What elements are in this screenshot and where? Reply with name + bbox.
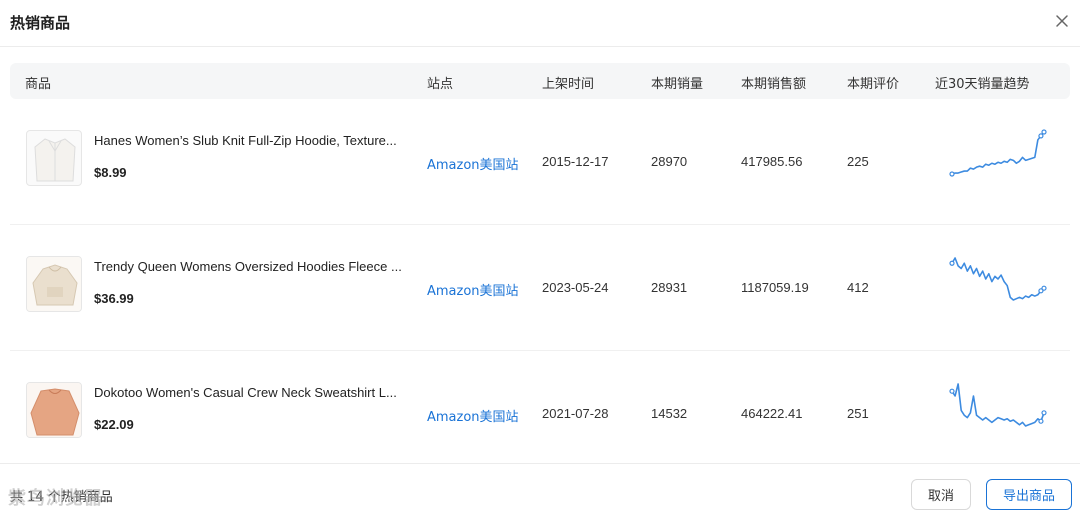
site-link[interactable]: Amazon美国站: [427, 280, 519, 299]
sales-count: 14532: [651, 406, 688, 421]
table-row[interactable]: Trendy Queen Womens Oversized Hoodies Fl…: [10, 226, 1070, 351]
product-name[interactable]: Dokotoo Women's Casual Crew Neck Sweatsh…: [94, 385, 409, 400]
product-price: $36.99: [94, 291, 134, 306]
sales-count: 28970: [651, 154, 688, 169]
dialog-title: 热销商品: [10, 14, 71, 32]
site-link[interactable]: Amazon美国站: [427, 406, 519, 425]
column-header-product: 商品: [25, 77, 52, 92]
trend-point: [1041, 129, 1047, 135]
trend-line: [951, 257, 1045, 301]
column-header-listed: 上架时间: [542, 77, 595, 92]
column-header-trend: 近30天销量趋势: [935, 77, 1030, 92]
review-count: 412: [847, 280, 869, 295]
listed-date: 2015-12-17: [542, 154, 609, 169]
product-price: $22.09: [94, 417, 134, 432]
dialog-footer: 共 14 个热销商品 紫鸟浏览器 取消 导出商品: [0, 463, 1080, 515]
trend-point: [1038, 418, 1044, 424]
hot-products-dialog: 热销商品 商品 站点 上架时间 本期销量 本期销售额 本期评价 近30天销量趋势…: [0, 0, 1080, 515]
product-image[interactable]: [26, 382, 82, 438]
column-header-revenue: 本期销售额: [741, 77, 807, 92]
column-header-reviews: 本期评价: [847, 77, 900, 92]
trend-point: [1041, 285, 1047, 291]
watermark: 紫鸟浏览器: [8, 488, 103, 509]
trend-line: [951, 131, 1045, 175]
sales-revenue: 1187059.19: [741, 280, 809, 295]
table-row[interactable]: Hanes Women’s Slub Knit Full-Zip Hoodie,…: [10, 100, 1070, 225]
close-icon[interactable]: [1052, 11, 1072, 31]
product-name[interactable]: Hanes Women’s Slub Knit Full-Zip Hoodie,…: [94, 133, 409, 148]
sales-trend-sparkline: [949, 383, 1047, 427]
review-count: 251: [847, 406, 869, 421]
table-row[interactable]: Dokotoo Women's Casual Crew Neck Sweatsh…: [10, 352, 1070, 463]
trend-point: [949, 171, 955, 177]
product-price: $8.99: [94, 165, 127, 180]
listed-date: 2023-05-24: [542, 280, 609, 295]
trend-point: [949, 260, 955, 266]
table-header: 商品 站点 上架时间 本期销量 本期销售额 本期评价 近30天销量趋势: [10, 63, 1070, 99]
trend-point: [1041, 410, 1047, 416]
sales-trend-sparkline: [949, 129, 1047, 177]
sales-count: 28931: [651, 280, 688, 295]
site-link[interactable]: Amazon美国站: [427, 154, 519, 173]
trend-point: [949, 388, 955, 394]
product-image[interactable]: [26, 256, 82, 312]
cancel-button[interactable]: 取消: [911, 479, 971, 510]
sales-trend-sparkline: [949, 257, 1047, 301]
trend-point: [1038, 133, 1044, 139]
product-image[interactable]: [26, 130, 82, 186]
dialog-header: 热销商品: [0, 0, 1080, 47]
export-products-button[interactable]: 导出商品: [986, 479, 1072, 510]
sales-revenue: 464222.41: [741, 406, 803, 421]
product-name[interactable]: Trendy Queen Womens Oversized Hoodies Fl…: [94, 259, 409, 274]
sales-revenue: 417985.56: [741, 154, 803, 169]
review-count: 225: [847, 154, 869, 169]
listed-date: 2021-07-28: [542, 406, 609, 421]
column-header-site: 站点: [427, 77, 454, 92]
column-header-sales: 本期销量: [651, 77, 704, 92]
trend-line: [951, 383, 1045, 427]
